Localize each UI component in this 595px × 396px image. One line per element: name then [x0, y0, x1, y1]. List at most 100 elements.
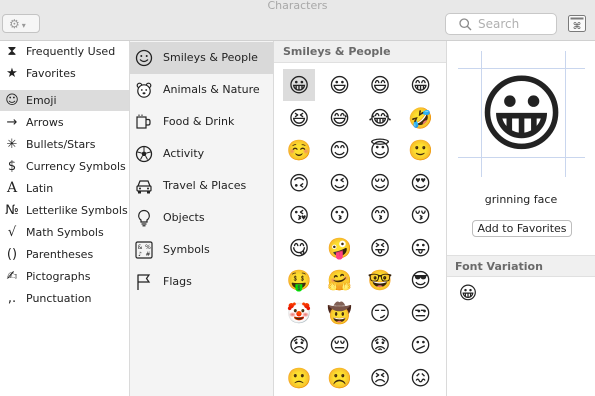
emoji-cell[interactable]: 😔 — [324, 329, 356, 361]
category-animals-nature[interactable]: Animals & Nature — [130, 74, 273, 106]
emoji-cell[interactable]: 🤠 — [324, 297, 356, 329]
numero-icon: № — [5, 203, 19, 218]
emoji-cell[interactable]: 😄 — [364, 69, 396, 101]
category-food-drink[interactable]: Food & Drink — [130, 106, 273, 138]
sidebar-item-label: Math Symbols — [26, 226, 104, 239]
punctuation-icon: ,. — [7, 291, 17, 306]
emoji-cell[interactable]: 😘 — [283, 199, 315, 231]
emoji-cell[interactable]: 😆 — [283, 102, 315, 134]
emoji-cell[interactable]: 🤑 — [283, 264, 315, 296]
svg-text:&: & — [138, 244, 143, 251]
emoji-cell[interactable]: 😌 — [364, 167, 396, 199]
letter-a-icon: A — [6, 180, 18, 196]
emoji-cell[interactable]: 😃 — [324, 69, 356, 101]
emoji-cell[interactable]: 😖 — [405, 362, 437, 394]
category-label: Food & Drink — [163, 115, 235, 128]
parentheses-icon: () — [6, 247, 18, 262]
svg-text:⌘: ⌘ — [573, 22, 582, 32]
category-objects[interactable]: Objects — [130, 202, 273, 234]
food-icon — [136, 114, 151, 129]
emoji-cell[interactable]: 😏 — [364, 297, 396, 329]
clock-icon: ⧗ — [7, 44, 17, 59]
emoji-cell[interactable]: 🤓 — [364, 264, 396, 296]
emoji-cell[interactable]: 😣 — [364, 362, 396, 394]
category-flags[interactable]: Flags — [130, 266, 273, 298]
svg-text:%: % — [145, 244, 151, 251]
add-to-favorites-button[interactable]: Add to Favorites — [472, 220, 572, 237]
category-smileys-people[interactable]: Smileys & People — [130, 42, 273, 74]
emoji-cell[interactable]: 😙 — [364, 199, 396, 231]
emoji-cell[interactable]: 😀 — [283, 69, 315, 101]
emoji-cell[interactable]: 🙃 — [283, 167, 315, 199]
emoji-cell[interactable]: 😊 — [324, 134, 356, 166]
action-menu-button[interactable]: ⚙ ▾ — [2, 14, 40, 33]
title-bar: Characters ⚙▾ ⌘ — [0, 0, 595, 41]
emoji-cell[interactable]: 🤡 — [283, 297, 315, 329]
sidebar-item-currency-symbols[interactable]: $ Currency Symbols — [0, 156, 129, 177]
search-icon — [459, 18, 472, 31]
emoji-cell[interactable]: 😇 — [364, 134, 396, 166]
category-activity[interactable]: Activity — [130, 138, 273, 170]
sidebar-item-label: Currency Symbols — [26, 160, 126, 173]
glyph-preview: 😀 — [458, 51, 585, 177]
writing-hand-icon: ✍ — [6, 269, 18, 284]
emoji-cell[interactable]: 😋 — [283, 232, 315, 264]
emoji-cell[interactable]: 🙂 — [405, 134, 437, 166]
category-label: Animals & Nature — [163, 83, 260, 96]
grid-section-header: Smileys & People — [274, 41, 446, 63]
emoji-cell[interactable]: 😝 — [364, 232, 396, 264]
emoji-cell[interactable]: 😚 — [405, 199, 437, 231]
sidebar-item-label: Emoji — [26, 94, 57, 107]
smiley-icon — [135, 49, 153, 67]
emoji-cell[interactable]: 😟 — [364, 329, 396, 361]
category-symbols[interactable]: & % ♪ # Symbols — [130, 234, 273, 266]
emoji-cell[interactable]: 😍 — [405, 167, 437, 199]
sidebar-item-label: Latin — [26, 182, 54, 195]
sidebar-item-frequently-used[interactable]: ⧗ Frequently Used — [0, 41, 129, 62]
emoji-cell[interactable]: 😉 — [324, 167, 356, 199]
emoji-cell[interactable]: 🤗 — [324, 264, 356, 296]
search-field[interactable] — [445, 13, 557, 35]
category-label: Symbols — [163, 243, 210, 256]
sidebar-item-label: Bullets/Stars — [26, 138, 96, 151]
character-viewer-toggle-icon[interactable]: ⌘ — [568, 15, 586, 32]
sidebar-item-math-symbols[interactable]: √ Math Symbols — [0, 222, 129, 243]
sidebar-item-arrows[interactable]: → Arrows — [0, 112, 129, 133]
category-label: Smileys & People — [163, 51, 258, 64]
font-variation-glyph[interactable]: 😀 — [455, 281, 481, 307]
star-icon: ★ — [6, 66, 18, 81]
sidebar-item-label: Letterlike Symbols — [26, 204, 128, 217]
emoji-cell[interactable]: 😁 — [405, 69, 437, 101]
category-travel-places[interactable]: Travel & Places — [130, 170, 273, 202]
sidebar-item-bullets-stars[interactable]: ✳ Bullets/Stars — [0, 134, 129, 155]
search-input[interactable] — [478, 16, 554, 32]
emoji-cell[interactable]: 🤣 — [405, 102, 437, 134]
sidebar-item-pictographs[interactable]: ✍ Pictographs — [0, 266, 129, 287]
sidebar-item-label: Arrows — [26, 116, 64, 129]
sidebar-item-latin[interactable]: A Latin — [0, 178, 129, 199]
sidebar-item-favorites[interactable]: ★ Favorites — [0, 63, 129, 84]
emoji-cell[interactable]: 🤪 — [324, 232, 356, 264]
emoji-cell[interactable]: ☺️ — [283, 134, 315, 166]
category-label: Activity — [163, 147, 205, 160]
smiley-icon: ☺ — [5, 93, 19, 108]
chevron-down-icon: ▾ — [21, 21, 26, 30]
emoji-cell[interactable]: 😞 — [283, 329, 315, 361]
emoji-cell[interactable]: 😅 — [324, 102, 356, 134]
emoji-cell[interactable]: 😂 — [364, 102, 396, 134]
sidebar-item-parentheses[interactable]: () Parentheses — [0, 244, 129, 265]
bear-icon — [136, 82, 152, 98]
emoji-cell[interactable]: 😎 — [405, 264, 437, 296]
sidebar-item-label: Pictographs — [26, 270, 91, 283]
emoji-cell[interactable]: 😕 — [405, 329, 437, 361]
sidebar-item-punctuation[interactable]: ,. Punctuation — [0, 288, 129, 309]
soccer-ball-icon — [135, 145, 153, 163]
emoji-cell[interactable]: 😛 — [405, 232, 437, 264]
sidebar-item-letterlike-symbols[interactable]: № Letterlike Symbols — [0, 200, 129, 221]
emoji-cell[interactable]: 😒 — [405, 297, 437, 329]
emoji-cell[interactable]: ☹️ — [324, 362, 356, 394]
category-label: Flags — [163, 275, 192, 288]
emoji-cell[interactable]: 😗 — [324, 199, 356, 231]
emoji-cell[interactable]: 🙁 — [283, 362, 315, 394]
sidebar-item-emoji[interactable]: ☺ Emoji — [0, 90, 129, 111]
